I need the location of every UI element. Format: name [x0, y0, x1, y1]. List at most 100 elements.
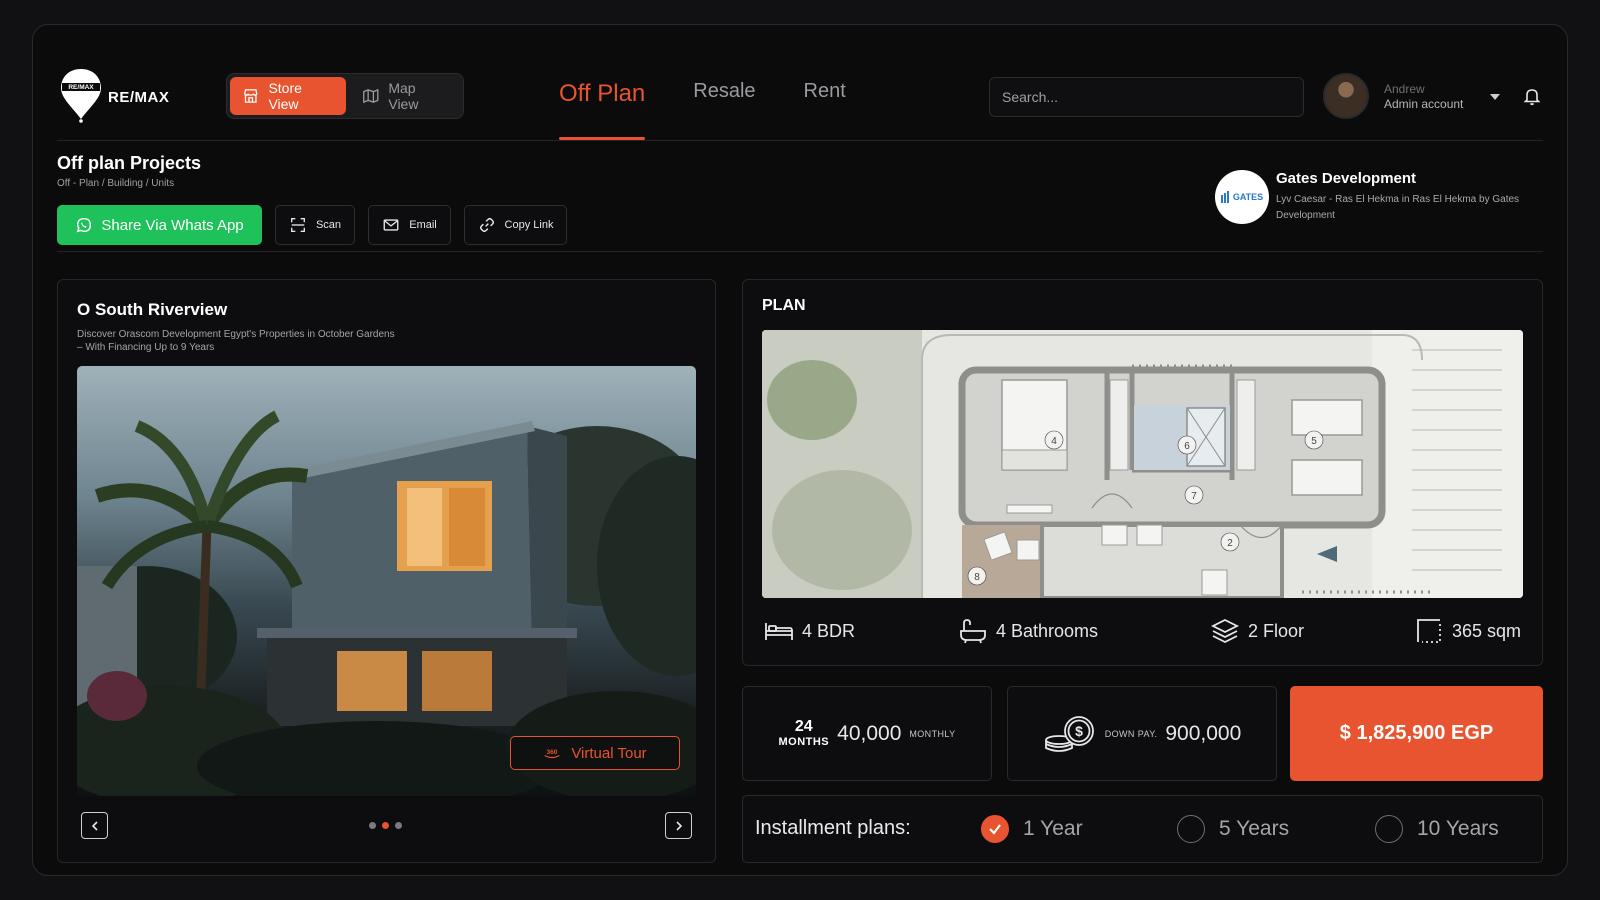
carousel-next-button[interactable] [665, 812, 692, 839]
months-number: 24 [794, 718, 813, 735]
tab-rent[interactable]: Rent [804, 80, 846, 140]
project-title: O South Riverview [77, 300, 228, 319]
chevron-left-icon [91, 820, 98, 831]
svg-text:8: 8 [974, 572, 980, 583]
coins-dollar-icon: $ [1044, 715, 1094, 752]
bell-icon[interactable] [1522, 86, 1542, 106]
carousel-dots [369, 822, 402, 829]
email-button[interactable]: Email [368, 205, 451, 245]
installment-option-10-years[interactable]: 10 Years [1375, 815, 1499, 843]
page-title: Off plan Projects [57, 153, 202, 173]
virtual-tour-button[interactable]: 360 Virtual Tour [510, 736, 680, 770]
villa-render-image [77, 410, 696, 796]
down-payment-box: $ DOWN PAY. 900,000 [1007, 686, 1277, 781]
down-payment-label: DOWN PAY. [1104, 728, 1158, 739]
section-divider [57, 251, 1543, 252]
installment-option-label: 10 Years [1417, 817, 1499, 840]
remax-logo[interactable]: RE/MAX RE/MAX [58, 67, 169, 123]
map-view-button[interactable]: Map View [350, 77, 460, 115]
brand-name: RE/MAX [108, 88, 170, 106]
virtual-tour-label: Virtual Tour [571, 744, 647, 762]
carousel-dot-active[interactable] [382, 822, 389, 829]
floors-value: 2 Floor [1248, 620, 1305, 641]
svg-text:360: 360 [547, 749, 558, 756]
developer-logo: GATES [1215, 170, 1269, 224]
tab-off-plan[interactable]: Off Plan [559, 80, 646, 140]
total-price-button[interactable]: $ 1,825,900 EGP [1290, 686, 1543, 781]
monthly-payment-box: 24 MONTHS 40,000 MONTHLY [742, 686, 992, 781]
project-photo[interactable] [77, 366, 696, 796]
store-view-label: Store View [268, 80, 302, 112]
tab-resale[interactable]: Resale [693, 80, 755, 140]
monthly-label: MONTHLY [909, 728, 956, 739]
whatsapp-icon [76, 217, 92, 233]
view-switch: Store View Map View [226, 73, 464, 119]
copy-link-button[interactable]: Copy Link [464, 205, 567, 245]
gates-bars-icon [1220, 191, 1229, 203]
main-tabs: Off Plan Resale Rent [559, 80, 846, 140]
plan-label: PLAN [762, 297, 806, 314]
360-view-icon: 360 [544, 749, 560, 759]
svg-text:4: 4 [1051, 436, 1057, 447]
months-badge: 24 MONTHS [778, 719, 829, 748]
balloon-logo-icon: RE/MAX [61, 69, 101, 123]
spec-floors: 2 Floor [1210, 618, 1304, 644]
svg-text:7: 7 [1191, 491, 1197, 502]
down-payment-amount: 900,000 [1165, 721, 1242, 745]
breadcrumb[interactable]: Off - Plan / Building / Units [57, 178, 174, 189]
user-name: Andrew [1384, 82, 1425, 96]
developer-description: Lyv Caesar - Ras El Hekma in Ras El Hekm… [1276, 194, 1520, 221]
header-divider [57, 140, 1543, 141]
scan-icon [290, 218, 305, 232]
svg-text:2: 2 [1227, 538, 1233, 549]
spec-area: 365 sqm [1414, 618, 1521, 644]
radio-checked-icon [981, 815, 1009, 843]
bedrooms-value: 4 BDR [802, 620, 856, 641]
installment-option-5-years[interactable]: 5 Years [1177, 815, 1289, 843]
store-icon [243, 89, 258, 103]
radio-unchecked-icon [1375, 815, 1403, 843]
months-label: MONTHS [778, 736, 830, 748]
store-view-button[interactable]: Store View [230, 77, 346, 115]
map-view-label: Map View [388, 80, 419, 112]
link-icon [479, 217, 494, 233]
project-description: Discover Orascom Development Egypt's Pro… [77, 329, 395, 353]
installment-label: Installment plans: [755, 817, 911, 839]
area-icon [1417, 619, 1441, 643]
carousel-dot[interactable] [395, 822, 402, 829]
developer-logo-text: GATES [1232, 192, 1264, 202]
email-icon [383, 219, 399, 231]
bathtub-icon [960, 619, 986, 644]
copy-link-label: Copy Link [504, 219, 554, 231]
spec-bedrooms: 4 BDR [764, 618, 855, 644]
svg-text:5: 5 [1311, 436, 1317, 447]
monthly-amount: 40,000 [837, 721, 902, 745]
scan-label: Scan [315, 219, 342, 231]
installment-option-label: 1 Year [1023, 817, 1083, 840]
scan-button[interactable]: Scan [275, 205, 355, 245]
user-role: Admin account [1384, 97, 1464, 111]
layers-icon [1210, 618, 1240, 644]
radio-unchecked-icon [1177, 815, 1205, 843]
user-info[interactable]: Andrew Admin account [1384, 82, 1463, 111]
floor-plan-image[interactable]: 4 6 5 7 2 8 [762, 330, 1523, 598]
avatar[interactable] [1323, 73, 1369, 119]
checkmark-icon [989, 824, 1001, 835]
installment-option-label: 5 Years [1219, 817, 1290, 840]
developer-name: Gates Development [1276, 170, 1417, 187]
bathrooms-value: 4 Bathrooms [996, 620, 1099, 641]
floor-plan-drawing: 4 6 5 7 2 8 [762, 330, 1523, 598]
map-icon [362, 88, 379, 104]
area-value: 365 sqm [1452, 620, 1522, 641]
search-input[interactable] [989, 77, 1304, 117]
chevron-right-icon [675, 820, 682, 831]
svg-text:6: 6 [1184, 441, 1190, 452]
installment-option-1-year[interactable]: 1 Year [981, 815, 1083, 843]
svg-text:$: $ [1075, 723, 1083, 739]
share-whatsapp-button[interactable]: Share Via Whats App [57, 205, 262, 245]
chevron-down-icon[interactable] [1488, 90, 1502, 104]
carousel-dot[interactable] [369, 822, 376, 829]
carousel-prev-button[interactable] [81, 812, 108, 839]
spec-bathrooms: 4 Bathrooms [958, 618, 1098, 644]
whatsapp-label: Share Via Whats App [101, 216, 244, 234]
